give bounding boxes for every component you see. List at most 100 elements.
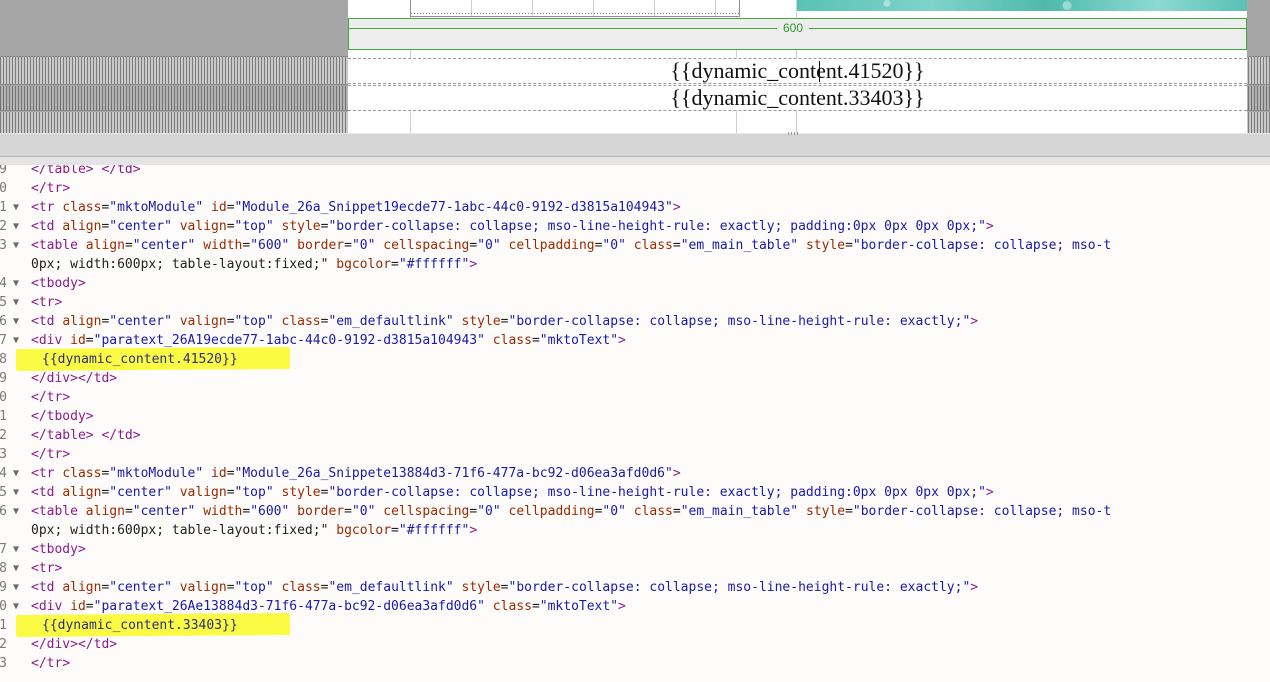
line-number: 4 [0, 276, 7, 291]
code-text[interactable]: {{dynamic_content.41520}} [42, 350, 238, 369]
banner-image[interactable] [797, 0, 1247, 11]
line-number: 1 [0, 409, 7, 424]
source-code-editor[interactable]: 9 </table> </td> 0 </tr> 1 ▼ <tr class="mktoMo… [0, 165, 1270, 682]
code-text[interactable]: <div id="paratext_26A19ecde77-1abc-44c0-… [31, 331, 626, 350]
code-text[interactable]: <td align="center" valign="top" style="b… [31, 217, 994, 236]
splitter-grip[interactable] [788, 132, 800, 135]
line-number: 7 [0, 542, 7, 557]
code-line[interactable]: 3 </tr> [0, 654, 1270, 673]
code-line[interactable]: 1 </tbody> [0, 407, 1270, 426]
code-line[interactable]: 9 </div></td> [0, 369, 1270, 388]
line-number: 5 [0, 295, 7, 310]
code-line[interactable]: 4 ▼ <tbody> [0, 274, 1270, 293]
fold-arrow-icon[interactable]: ▼ [13, 274, 19, 293]
email-table-block[interactable] [410, 0, 740, 17]
code-line[interactable]: 0px; width:600px; table-layout:fixed;" b… [0, 255, 1270, 274]
line-number: 5 [0, 485, 7, 500]
code-text[interactable]: 0px; width:600px; table-layout:fixed;" b… [31, 521, 477, 540]
fold-arrow-icon[interactable]: ▼ [13, 483, 19, 502]
code-line[interactable]: 0px; width:600px; table-layout:fixed;" b… [0, 521, 1270, 540]
code-line[interactable]: 2 </table> </td> [0, 426, 1270, 445]
fold-arrow-icon[interactable]: ▼ [13, 236, 19, 255]
code-line[interactable]: 8 {{dynamic_content.41520}} [0, 347, 1270, 371]
code-text[interactable]: <td align="center" valign="top" class="e… [31, 312, 978, 331]
code-text[interactable]: </tr> [31, 654, 70, 673]
fold-arrow-icon[interactable]: ▼ [13, 198, 19, 217]
fold-arrow-icon[interactable]: ▼ [13, 540, 19, 559]
line-number: 1 [0, 618, 7, 633]
code-text[interactable]: <table align="center" width="600" border… [31, 502, 1111, 521]
code-text[interactable]: </tr> [31, 388, 70, 407]
line-number: 6 [0, 504, 7, 519]
fold-arrow-icon[interactable]: ▼ [13, 293, 19, 312]
dotted-guide [411, 13, 739, 14]
code-line[interactable]: 9 ▼ <td align="center" valign="top" class=… [0, 578, 1270, 597]
code-line[interactable]: 6 ▼ <table align="center" width="600" bord… [0, 502, 1270, 521]
code-text[interactable]: </tbody> [31, 407, 94, 426]
fold-arrow-icon[interactable]: ▼ [13, 597, 19, 616]
email-preview-pane[interactable]: 600 {{dynamic_content.41520}} {{dynamic_… [0, 0, 1270, 133]
code-line[interactable]: 6 ▼ <td align="center" valign="top" class=… [0, 312, 1270, 331]
code-text[interactable]: 0px; width:600px; table-layout:fixed;" b… [31, 255, 477, 274]
fold-arrow-icon[interactable]: ▼ [13, 502, 19, 521]
code-line[interactable]: 5 ▼ <tr> [0, 293, 1270, 312]
line-number: 3 [0, 238, 7, 253]
line-number: 2 [0, 219, 7, 234]
code-text[interactable]: </tr> [31, 445, 70, 464]
code-line[interactable]: 1 ▼ <tr class="mktoModule" id="Module_26a_… [0, 198, 1270, 217]
code-line[interactable]: 0 </tr> [0, 179, 1270, 198]
line-number: 9 [0, 165, 7, 177]
line-number: 6 [0, 314, 7, 329]
code-line[interactable]: 3 </tr> [0, 445, 1270, 464]
line-number: 4 [0, 466, 7, 481]
fold-arrow-icon[interactable]: ▼ [13, 578, 19, 597]
dynamic-content-block[interactable]: {{dynamic_content.33403}} [348, 85, 1247, 111]
line-number: 3 [0, 447, 7, 462]
code-text[interactable]: <td align="center" valign="top" style="b… [31, 483, 994, 502]
fold-arrow-icon[interactable]: ▼ [13, 217, 19, 236]
code-line[interactable]: 2 ▼ <td align="center" valign="top" style=… [0, 217, 1270, 236]
code-text[interactable]: <tbody> [31, 540, 86, 559]
code-text[interactable]: <table align="center" width="600" border… [31, 236, 1111, 255]
code-text[interactable]: </div></td> [31, 369, 117, 388]
line-number: 8 [0, 352, 7, 367]
code-text[interactable]: <tr class="mktoModule" id="Module_26a_Sn… [31, 198, 681, 217]
guide-line [349, 18, 1246, 19]
guide-line [349, 49, 1246, 50]
code-line[interactable]: 7 ▼ <tbody> [0, 540, 1270, 559]
code-line[interactable]: 3 ▼ <table align="center" width="600" bord… [0, 236, 1270, 255]
line-number: 8 [0, 561, 7, 576]
dynamic-content-text[interactable]: {{dynamic_content.41520}} [348, 59, 1247, 83]
code-text[interactable]: <div id="paratext_26Ae13884d3-71f6-477a-… [31, 597, 626, 616]
code-text[interactable]: </div></td> [31, 635, 117, 654]
fold-arrow-icon[interactable]: ▼ [13, 331, 19, 350]
code-text[interactable]: <tr> [31, 559, 62, 578]
code-line[interactable]: 8 ▼ <tr> [0, 559, 1270, 578]
line-number: 0 [0, 390, 7, 405]
code-text[interactable]: </tr> [31, 179, 70, 198]
code-text[interactable]: </table> </td> [31, 426, 141, 445]
line-number: 0 [0, 599, 7, 614]
pane-splitter[interactable] [0, 132, 1270, 157]
fold-arrow-icon[interactable]: ▼ [13, 312, 19, 331]
code-text[interactable]: <td align="center" valign="top" class="e… [31, 578, 978, 597]
dynamic-content-text[interactable]: {{dynamic_content.33403}} [348, 86, 1247, 110]
code-line[interactable]: 4 ▼ <tr class="mktoModule" id="Module_26a_… [0, 464, 1270, 483]
fold-arrow-icon[interactable]: ▼ [13, 464, 19, 483]
code-text[interactable]: </table> </td> [31, 165, 141, 179]
code-text[interactable]: <tbody> [31, 274, 86, 293]
code-line[interactable]: 2 </div></td> [0, 635, 1270, 654]
line-number: 1 [0, 200, 7, 215]
code-text[interactable]: <tr> [31, 293, 62, 312]
code-text[interactable]: <tr class="mktoModule" id="Module_26a_Sn… [31, 464, 681, 483]
line-number: 7 [0, 333, 7, 348]
code-line[interactable]: 1 {{dynamic_content.33403}} [0, 613, 1270, 637]
code-text[interactable]: {{dynamic_content.33403}} [42, 616, 238, 635]
line-number: 9 [0, 371, 7, 386]
dynamic-content-block[interactable]: {{dynamic_content.41520}} [348, 58, 1247, 84]
line-number: 9 [0, 580, 7, 595]
code-line[interactable]: 0 </tr> [0, 388, 1270, 407]
code-line[interactable]: 9 </table> </td> [0, 165, 1270, 179]
fold-arrow-icon[interactable]: ▼ [13, 559, 19, 578]
code-line[interactable]: 5 ▼ <td align="center" valign="top" style=… [0, 483, 1270, 502]
